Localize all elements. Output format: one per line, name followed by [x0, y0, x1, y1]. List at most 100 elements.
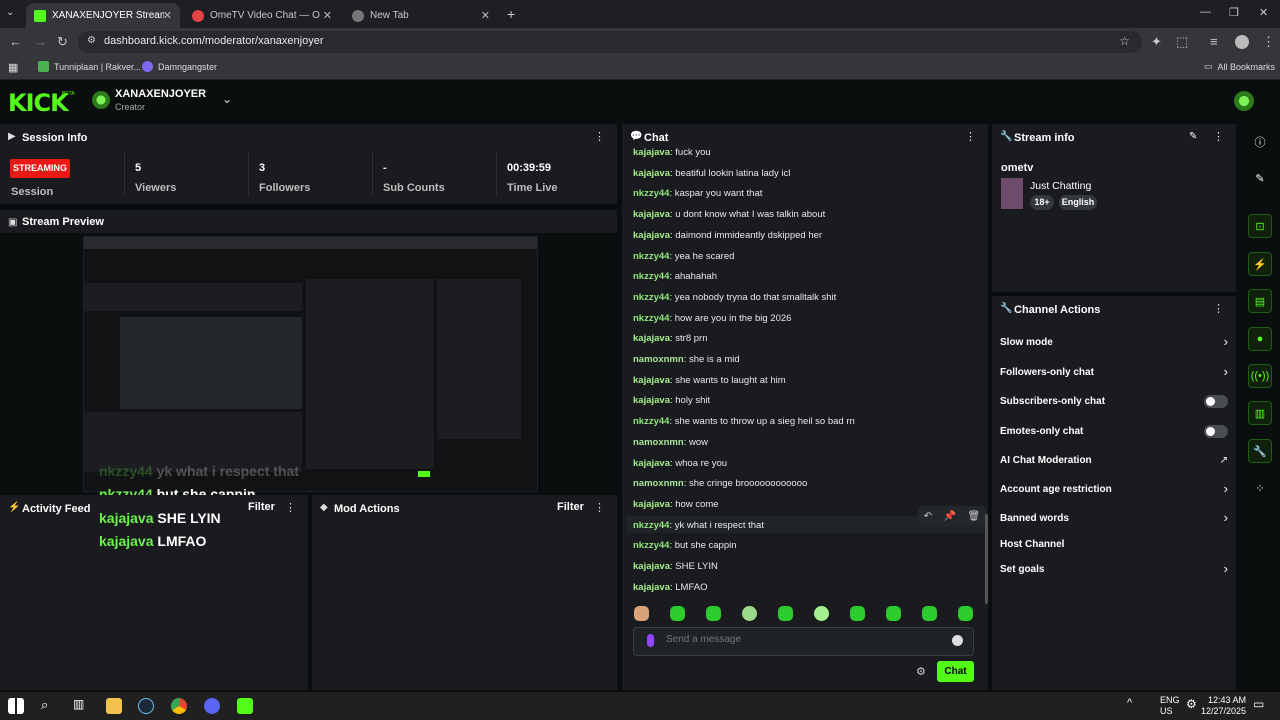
bookmark-tunniplaan[interactable]: Tunniplaan | Rakver...: [38, 61, 141, 72]
scrollbar[interactable]: [985, 514, 988, 604]
send-message-field[interactable]: [666, 634, 946, 645]
capture-icon[interactable]: ⊡: [1248, 214, 1272, 238]
chat-username[interactable]: namoxnmn: [633, 478, 684, 489]
chat-message[interactable]: nkzzy44: she wants to throw up a sieg he…: [633, 416, 855, 427]
forward-icon[interactable]: →: [34, 34, 47, 49]
tray-chevron-up-icon[interactable]: ^: [1127, 697, 1132, 709]
category-thumbnail[interactable]: [1001, 178, 1023, 209]
user-avatar[interactable]: [1234, 91, 1254, 111]
chat-message[interactable]: kajajava: whoa re you: [633, 458, 727, 469]
chat-username[interactable]: kajajava: [633, 395, 670, 406]
site-info-icon[interactable]: ⚙: [87, 35, 96, 46]
emote-icon[interactable]: [958, 606, 973, 621]
bookmark-damngangster[interactable]: Damngangster: [142, 61, 217, 72]
emote-icon[interactable]: [886, 606, 901, 621]
chat-message[interactable]: kajajava: how come: [633, 499, 719, 510]
ai-chat-moderation-action[interactable]: AI Chat Moderation ↗: [992, 452, 1236, 470]
chat-username[interactable]: nkzzy44: [633, 188, 669, 199]
chat-username[interactable]: nkzzy44: [633, 313, 669, 324]
chat-username[interactable]: nkzzy44: [633, 292, 669, 303]
window-close-icon[interactable]: ✕: [1259, 6, 1268, 19]
more-options-icon[interactable]: ⋮: [1213, 130, 1224, 143]
send-chat-button[interactable]: Chat: [937, 661, 974, 682]
chat-message[interactable]: kajajava: holy shit: [633, 395, 710, 406]
chat-message-input[interactable]: [633, 627, 974, 656]
close-icon[interactable]: ✕: [323, 9, 332, 22]
tab-kick-dashboard[interactable]: XANAXENJOYER Stream - Kick Das ✕: [26, 3, 180, 28]
tools-icon[interactable]: 🔧: [1248, 439, 1272, 463]
chrome-icon[interactable]: [171, 698, 187, 714]
filter-button[interactable]: Filter: [557, 501, 584, 513]
chat-message[interactable]: kajajava: str8 prn: [633, 333, 707, 344]
banned-words-action[interactable]: Banned words ›: [992, 510, 1236, 528]
bolt-icon[interactable]: ⚡: [1248, 252, 1272, 276]
chat-message[interactable]: nkzzy44: yea he scared: [633, 251, 734, 262]
steam-icon[interactable]: [138, 698, 154, 714]
account-age-restriction-action[interactable]: Account age restriction ›: [992, 481, 1236, 499]
channel-switch-chevron-down-icon[interactable]: ⌄: [222, 92, 232, 106]
close-icon[interactable]: ✕: [481, 9, 490, 22]
chat-username[interactable]: kajajava: [633, 375, 670, 386]
apps-grid-icon[interactable]: ▦: [8, 61, 18, 74]
chat-message[interactable]: namoxnmn: she cringe broooooooooooo: [633, 478, 807, 489]
chat-bubble-icon[interactable]: ●: [1248, 327, 1272, 351]
kick-logo[interactable]: KICK: [8, 89, 69, 117]
edit-pencil-icon[interactable]: ✎: [1189, 131, 1197, 142]
extension-star-icon[interactable]: ✦: [1151, 34, 1162, 50]
taskbar-clock[interactable]: 12:43 AM 12/27/2025: [1201, 695, 1246, 717]
chat-message[interactable]: namoxnmn: she is a mid: [633, 354, 740, 365]
extensions-icon[interactable]: ⬚: [1176, 34, 1188, 50]
chat-username[interactable]: kajajava: [633, 168, 670, 179]
chat-message[interactable]: kajajava: she wants to laught at him: [633, 375, 786, 386]
info-icon[interactable]: ⓘ: [1248, 130, 1272, 154]
set-goals-action[interactable]: Set goals ›: [992, 561, 1236, 579]
user-emote-icon[interactable]: [634, 606, 649, 621]
category-name[interactable]: Just Chatting: [1030, 180, 1091, 192]
chat-message[interactable]: nkzzy44: yea nobody tryna do that smallt…: [633, 292, 836, 303]
pin-icon[interactable]: 📌: [944, 511, 956, 522]
new-tab-button[interactable]: +: [507, 6, 515, 22]
chat-message[interactable]: kajajava: LMFAO: [633, 582, 707, 593]
chat-username[interactable]: kajajava: [633, 458, 670, 469]
emote-icon[interactable]: [778, 606, 793, 621]
chat-username[interactable]: kajajava: [633, 499, 670, 510]
back-icon[interactable]: ←: [9, 34, 22, 49]
emote-icon[interactable]: [922, 606, 937, 621]
minimize-icon[interactable]: —: [1200, 6, 1211, 18]
task-view-icon[interactable]: ▥: [73, 697, 84, 711]
chat-message[interactable]: namoxnmn: wow: [633, 437, 708, 448]
more-options-icon[interactable]: ⋮: [594, 130, 605, 143]
tab-search-icon[interactable]: ⌄: [6, 7, 14, 18]
chat-username[interactable]: nkzzy44: [633, 251, 669, 262]
chat-message[interactable]: nkzzy44: yk what i respect that: [633, 520, 764, 531]
chat-username[interactable]: nkzzy44: [633, 416, 669, 427]
filter-button[interactable]: Filter: [248, 501, 275, 513]
chat-username[interactable]: kajajava: [633, 582, 670, 593]
slow-mode-action[interactable]: Slow mode ›: [992, 334, 1236, 352]
tab-new-tab[interactable]: New Tab ✕: [344, 3, 498, 28]
media-icon[interactable]: ≡: [1210, 34, 1218, 49]
profile-avatar[interactable]: [1235, 35, 1249, 49]
file-explorer-icon[interactable]: [106, 698, 122, 714]
more-options-icon[interactable]: ⋮: [285, 501, 296, 514]
chat-username[interactable]: kajajava: [633, 209, 670, 220]
chat-username[interactable]: nkzzy44: [633, 271, 669, 282]
browser-menu-icon[interactable]: ⋮: [1262, 34, 1275, 50]
apps-icon[interactable]: ⁘: [1248, 476, 1272, 500]
channel-avatar[interactable]: [92, 91, 110, 109]
reply-icon[interactable]: ↶: [924, 511, 932, 522]
close-icon[interactable]: ✕: [163, 9, 172, 22]
chat-message[interactable]: nkzzy44: kaspar you want that: [633, 188, 762, 199]
broadcast-icon[interactable]: ((•)): [1248, 364, 1272, 388]
maximize-icon[interactable]: ❐: [1229, 6, 1239, 19]
chat-username[interactable]: kajajava: [633, 230, 670, 241]
chat-message[interactable]: kajajava: fuck you: [633, 147, 711, 158]
stream-preview[interactable]: nkzzy44 yk what i respect that: [0, 233, 617, 493]
chat-message[interactable]: nkzzy44: how are you in the big 2026: [633, 313, 791, 324]
chat-username[interactable]: namoxnmn: [633, 354, 684, 365]
chat-message[interactable]: kajajava: SHE LYIN: [633, 561, 718, 572]
chat-settings-gear-icon[interactable]: ⚙: [916, 665, 926, 678]
layout-icon[interactable]: ▥: [1248, 401, 1272, 425]
more-options-icon[interactable]: ⋮: [1213, 302, 1224, 315]
channel-name[interactable]: XANAXENJOYER: [115, 88, 206, 100]
